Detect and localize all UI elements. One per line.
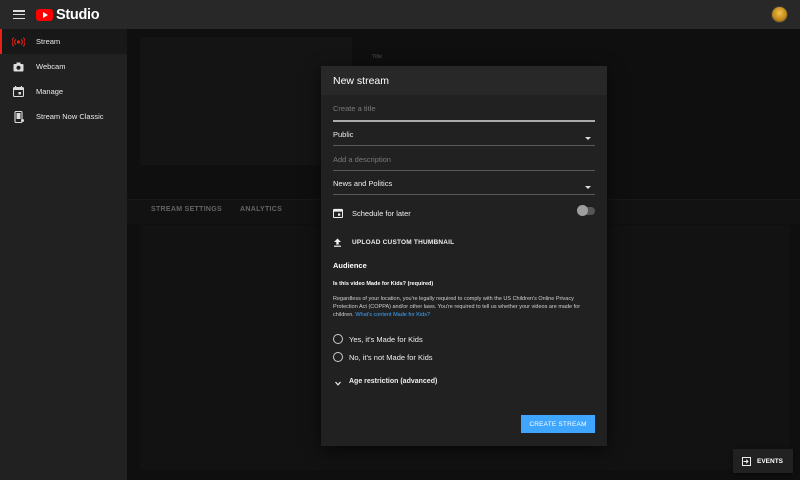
radio-button[interactable] xyxy=(333,352,343,362)
sidebar-item-label: Webcam xyxy=(36,62,66,71)
phone-icon xyxy=(12,110,25,123)
chevron-down-icon xyxy=(335,379,341,386)
audience-heading: Audience xyxy=(333,261,367,270)
age-restriction-toggle[interactable]: Age restriction (advanced) xyxy=(333,378,438,386)
top-bar: Studio xyxy=(0,0,800,29)
sidebar-item-manage[interactable]: Manage xyxy=(0,79,127,104)
logo-text: Studio xyxy=(56,6,100,23)
category-select[interactable]: News and Politics xyxy=(333,179,595,195)
schedule-toggle[interactable] xyxy=(577,205,595,216)
events-label: EVENTS xyxy=(757,457,784,465)
dropdown-arrow-icon xyxy=(585,137,591,140)
sidebar-item-label: Stream Now Classic xyxy=(36,112,104,121)
made-for-kids-description: Regardless of your location, you're lega… xyxy=(333,295,585,320)
sidebar-item-stream-now-classic[interactable]: Stream Now Classic xyxy=(0,104,127,129)
made-for-kids-question: Is this video Made for Kids? (required) xyxy=(333,281,434,287)
visibility-select[interactable]: Public xyxy=(333,130,595,146)
description-placeholder: Add a description xyxy=(333,155,391,164)
radio-button[interactable] xyxy=(333,334,343,344)
dropdown-arrow-icon xyxy=(585,186,591,189)
events-button[interactable]: EVENTS xyxy=(733,449,793,473)
radio-yes-kids[interactable]: Yes, it's Made for Kids xyxy=(333,334,423,344)
sidebar-item-label: Manage xyxy=(36,87,64,96)
upload-thumbnail-label: UPLOAD CUSTOM THUMBNAIL xyxy=(352,239,455,246)
radio-yes-label: Yes, it's Made for Kids xyxy=(349,334,423,344)
age-restriction-label: Age restriction (advanced) xyxy=(349,378,438,385)
new-stream-dialog: New stream Create a title Public Add a d… xyxy=(321,66,607,446)
youtube-logo-icon xyxy=(36,8,53,21)
radio-no-label: No, it's not Made for Kids xyxy=(349,352,433,362)
sidebar-item-label: Stream xyxy=(36,37,61,46)
visibility-value: Public xyxy=(333,130,354,139)
schedule-label: Schedule for later xyxy=(352,208,411,218)
menu-icon[interactable] xyxy=(13,10,25,19)
dialog-title: New stream xyxy=(321,66,607,95)
title-placeholder: Create a title xyxy=(333,104,376,113)
upload-thumbnail-button[interactable]: UPLOAD CUSTOM THUMBNAIL xyxy=(333,238,454,247)
studio-logo[interactable]: Studio xyxy=(36,6,100,23)
category-value: News and Politics xyxy=(333,179,393,188)
avatar[interactable] xyxy=(771,6,788,23)
calendar-icon xyxy=(12,86,25,98)
sidebar: Stream Webcam Manage Stream Now Classic xyxy=(0,29,127,480)
calendar-icon xyxy=(333,208,343,218)
description-input[interactable]: Add a description xyxy=(333,155,595,171)
create-stream-button[interactable]: CREATE STREAM xyxy=(521,415,595,433)
radio-no-kids[interactable]: No, it's not Made for Kids xyxy=(333,352,433,362)
sidebar-item-stream[interactable]: Stream xyxy=(0,29,127,54)
schedule-row: Schedule for later xyxy=(333,205,595,218)
sidebar-item-webcam[interactable]: Webcam xyxy=(0,54,127,79)
made-for-kids-link[interactable]: What's content Made for Kids? xyxy=(355,312,430,318)
events-icon xyxy=(742,456,751,466)
camera-icon xyxy=(12,61,25,73)
upload-icon xyxy=(333,238,342,247)
broadcast-icon xyxy=(12,36,25,48)
title-input[interactable]: Create a title xyxy=(333,104,595,122)
